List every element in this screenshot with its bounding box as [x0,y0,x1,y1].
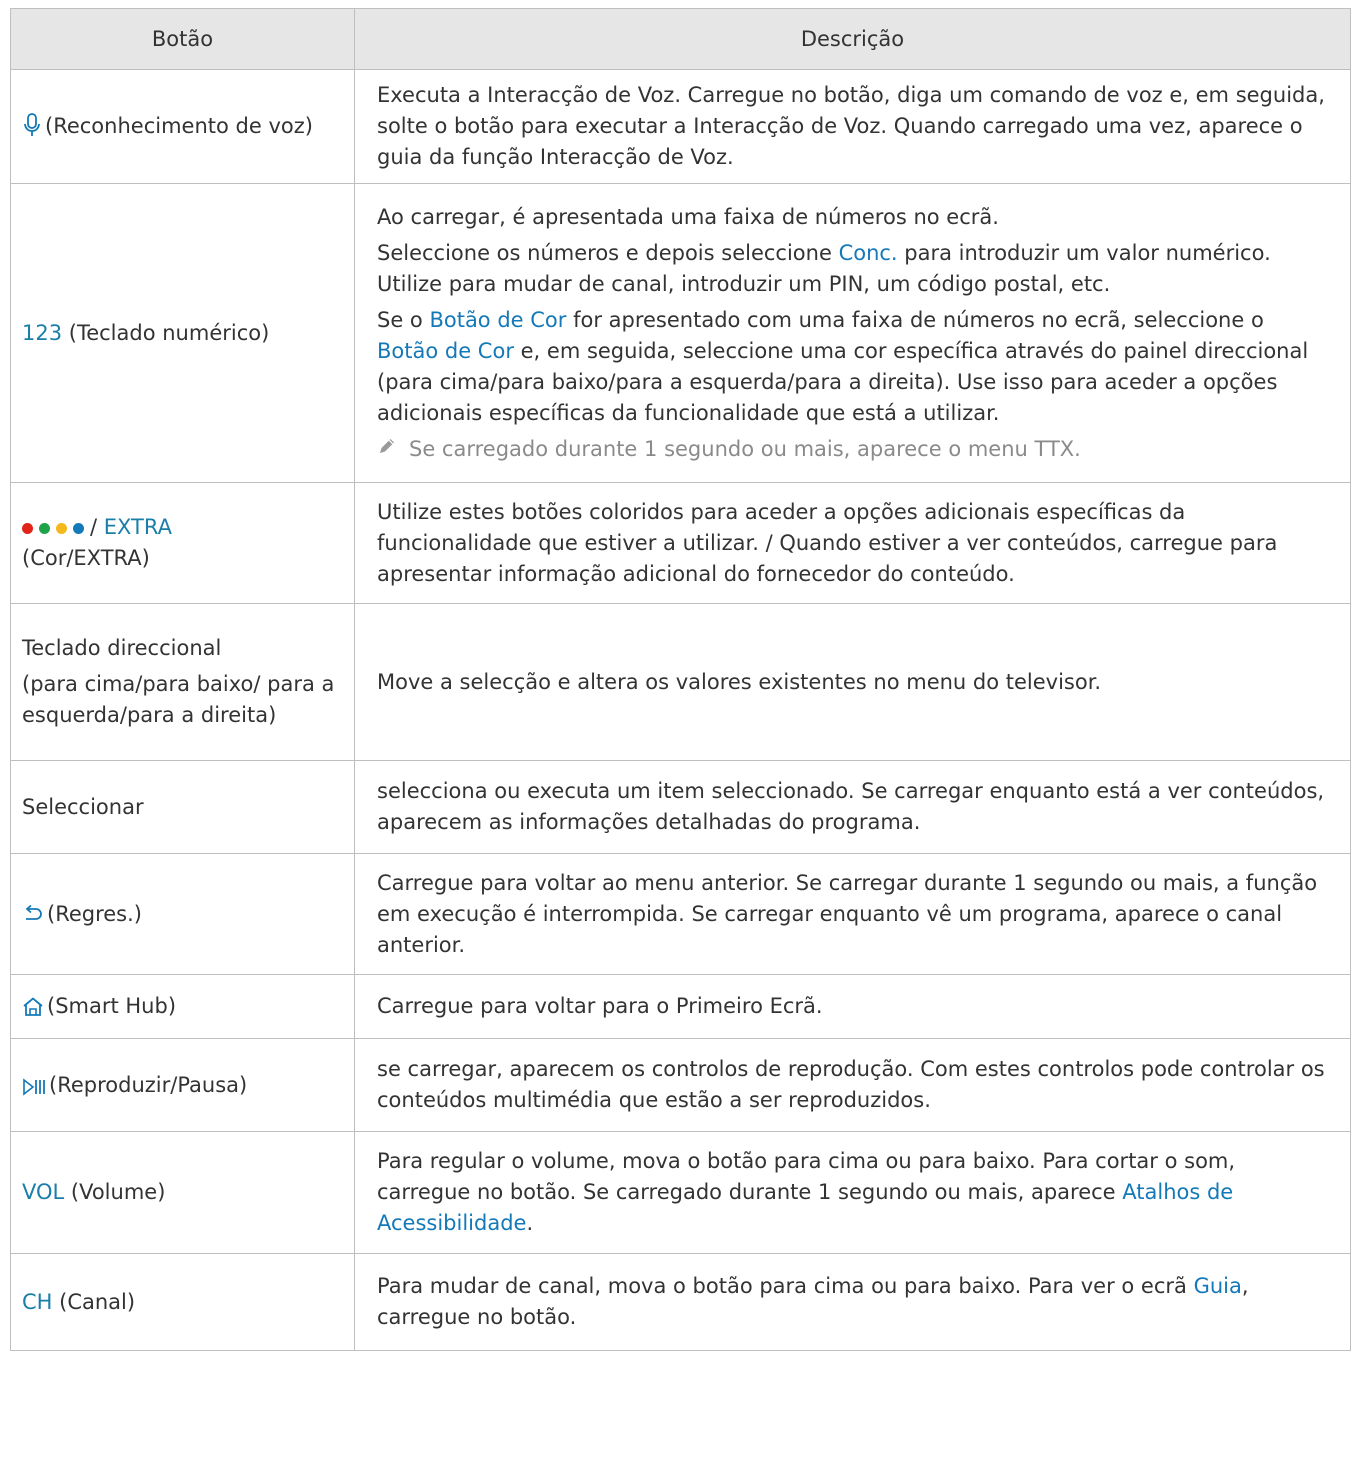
red-dot-icon [22,523,33,534]
key-name: EXTRA [103,515,172,539]
table-header-row: Botão Descrição [10,8,1351,70]
desc-paragraph: Se o Botão de Cor for apresentado com um… [377,307,1309,425]
return-arrow-icon [22,904,44,925]
row-desc-cell: selecciona ou executa um item selecciona… [354,760,1351,854]
row-desc-cell: Executa a Interacção de Voz. Carregue no… [354,69,1351,184]
row-desc: selecciona ou executa um item selecciona… [377,779,1325,834]
row-desc: Executa a Interacção de Voz. Carregue no… [377,83,1325,169]
row-label: (Regres.) [47,901,142,926]
table-row: (Reproduzir/Pausa) se carregar, aparecem… [10,1038,1351,1132]
row-label: (Reconhecimento de voz) [45,114,313,138]
blue-dot-icon [73,523,84,534]
row-desc-cell: Move a selecção e altera os valores exis… [354,603,1351,761]
row-label-cell: (Smart Hub) [10,974,355,1039]
desc-paragraph: Ao carregar, é apresentada uma faixa de … [377,204,999,229]
row-desc-cell: Para regular o volume, mova o botão para… [354,1131,1351,1254]
row-desc-cell: Utilize estes botões coloridos para aced… [354,482,1351,604]
table-row: CH (Canal) Para mudar de canal, mova o b… [10,1253,1351,1351]
row-label: (Volume) [64,1180,166,1204]
row-label-cell: Teclado direccional (para cima/para baix… [10,603,355,761]
row-label-cell: (Reproduzir/Pausa) [10,1038,355,1132]
table-row: Teclado direccional (para cima/para baix… [10,603,1351,761]
table-row: 123 (Teclado numérico) Ao carregar, é ap… [10,183,1351,483]
row-label: (Canal) [52,1289,136,1314]
green-dot-icon [39,523,50,534]
table-row: / EXTRA (Cor/EXTRA) Utilize estes botões… [10,482,1351,604]
row-desc: Carregue para voltar para o Primeiro Ecr… [377,994,823,1018]
row-desc-cell: Para mudar de canal, mova o botão para c… [354,1253,1351,1351]
highlight-term: Botão de Cor [377,338,514,363]
row-desc-cell: Carregue para voltar ao menu anterior. S… [354,853,1351,975]
row-label-cell: CH (Canal) [10,1253,355,1351]
table-row: (Regres.) Carregue para voltar ao menu a… [10,853,1351,975]
row-label: (para cima/para baixo/ para a esquerda/p… [22,672,335,727]
highlight-term: Botão de Cor [429,307,567,332]
row-label: (Cor/EXTRA) [22,546,150,570]
note: Se carregado durante 1 segundo ou mais, … [377,434,1328,465]
desc-paragraph: Seleccione os números e depois seleccion… [377,240,1271,296]
row-desc: Utilize estes botões coloridos para aced… [377,499,1278,586]
row-desc: se carregar, aparecem os controlos de re… [377,1057,1325,1112]
highlight-term: Conc. [838,240,898,265]
row-label: (Teclado numérico) [62,320,270,345]
row-label-cell: (Reconhecimento de voz) [10,69,355,184]
row-label: (Reproduzir/Pausa) [49,1072,248,1097]
pencil-icon [377,434,399,465]
table-row: (Reconhecimento de voz) Executa a Intera… [10,69,1351,184]
row-label: Seleccionar [22,794,144,819]
table-row: (Smart Hub) Carregue para voltar para o … [10,974,1351,1039]
button-description-table: Botão Descrição (Reconhecimento de voz) … [10,8,1351,1351]
key-name: CH [22,1289,53,1314]
row-desc-cell: Carregue para voltar para o Primeiro Ecr… [354,974,1351,1039]
header-description: Descrição [354,8,1351,70]
key-name: VOL [22,1180,65,1204]
header-button: Botão [10,8,355,70]
key-name: 123 [22,320,63,345]
highlight-term: Guia [1193,1274,1242,1298]
row-label: (Smart Hub) [47,994,177,1018]
row-label-cell: (Regres.) [10,853,355,975]
row-desc: Carregue para voltar ao menu anterior. S… [377,870,1318,957]
row-desc-cell: Ao carregar, é apresentada uma faixa de … [354,183,1351,483]
row-label-cell: / EXTRA (Cor/EXTRA) [10,482,355,604]
table-row: VOL (Volume) Para regular o volume, mova… [10,1131,1351,1254]
row-desc: Move a selecção e altera os valores exis… [377,669,1102,694]
row-desc: Para mudar de canal, mova o botão para c… [377,1274,1194,1298]
row-label-cell: Seleccionar [10,760,355,854]
home-icon [22,997,44,1017]
microphone-icon [22,113,42,137]
row-desc: Para regular o volume, mova o botão para… [377,1149,1236,1204]
row-desc-cell: se carregar, aparecem os controlos de re… [354,1038,1351,1132]
row-label-cell: 123 (Teclado numérico) [10,183,355,483]
table-row: Seleccionar selecciona ou executa um ite… [10,760,1351,854]
play-pause-icon [22,1077,46,1096]
yellow-dot-icon [56,523,67,534]
row-label-cell: VOL (Volume) [10,1131,355,1254]
row-label: Teclado direccional [22,636,222,660]
